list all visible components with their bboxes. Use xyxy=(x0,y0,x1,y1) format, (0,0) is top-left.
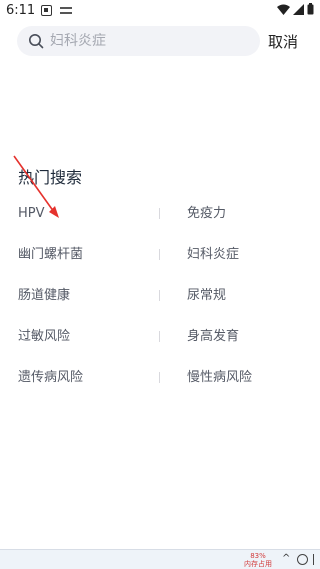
search-row: 取消 xyxy=(0,26,320,56)
memory-percent: 83% xyxy=(250,552,266,560)
search-box[interactable] xyxy=(17,26,260,56)
status-bar: 6:11 xyxy=(0,0,320,24)
hot-search-row: 幽门螺杆菌 妇科炎症 xyxy=(0,245,320,286)
hot-search-item[interactable]: 妇科炎症 xyxy=(187,245,239,265)
hot-search-row: HPV 免疫力 xyxy=(0,204,320,245)
hot-search-row: 遗传病风险 慢性病风险 xyxy=(0,368,320,409)
battery-icon xyxy=(307,3,314,15)
hot-search-item[interactable]: 遗传病风险 xyxy=(18,368,83,388)
hot-search-list: HPV 免疫力 幽门螺杆菌 妇科炎症 肠道健康 尿常规 过敏风险 身高发育 遗传… xyxy=(0,204,320,409)
memory-indicator: 83% 内存占用 xyxy=(243,552,273,568)
cancel-button[interactable]: 取消 xyxy=(268,31,298,52)
search-icon xyxy=(28,33,44,49)
hot-search-item[interactable]: 身高发育 xyxy=(187,327,239,347)
signal-icon xyxy=(293,3,304,15)
hot-search-row: 过敏风险 身高发育 xyxy=(0,327,320,368)
hot-search-item[interactable]: 幽门螺杆菌 xyxy=(18,245,83,265)
status-icons xyxy=(277,3,314,15)
divider xyxy=(159,331,160,342)
hot-search-item[interactable]: HPV xyxy=(18,204,45,224)
hot-search-item[interactable]: 免疫力 xyxy=(187,204,226,224)
hot-search-item[interactable]: 尿常规 xyxy=(187,286,226,306)
notification-icon xyxy=(41,5,52,16)
message-icon xyxy=(60,7,72,14)
taskbar: 83% 内存占用 ^ xyxy=(0,549,320,569)
wifi-icon xyxy=(277,4,290,15)
hot-search-item[interactable]: 肠道健康 xyxy=(18,286,70,306)
search-input[interactable] xyxy=(50,33,250,49)
hot-search-item[interactable]: 慢性病风险 xyxy=(187,368,252,388)
status-time: 6:11 xyxy=(6,3,36,18)
hot-search-row: 肠道健康 尿常规 xyxy=(0,286,320,327)
divider xyxy=(159,249,160,260)
hot-search-title: 热门搜索 xyxy=(18,168,83,187)
refresh-icon[interactable] xyxy=(297,554,308,565)
memory-label: 内存占用 xyxy=(244,560,272,568)
edge-icon[interactable] xyxy=(313,554,318,565)
divider xyxy=(159,290,160,301)
hot-search-item[interactable]: 过敏风险 xyxy=(18,327,70,347)
chevron-up-icon[interactable]: ^ xyxy=(282,553,290,564)
divider xyxy=(159,372,160,383)
divider xyxy=(159,208,160,219)
